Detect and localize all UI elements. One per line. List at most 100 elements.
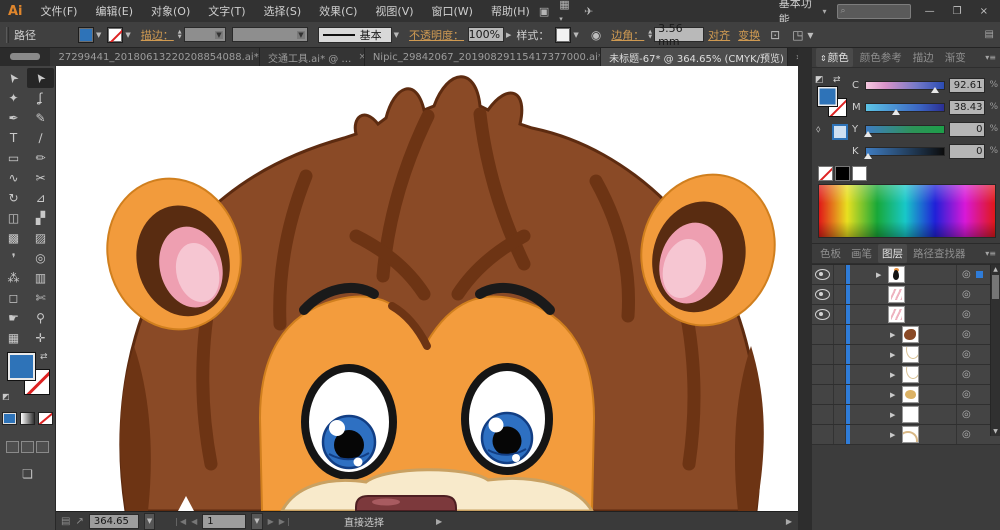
target-circle-icon[interactable]: ◎ bbox=[962, 410, 971, 420]
mini-fill-stroke-icon[interactable]: ◩ bbox=[815, 75, 824, 85]
lock-cell[interactable] bbox=[834, 425, 846, 444]
layer-main-cell[interactable]: ▶ bbox=[850, 305, 956, 324]
perspective-grid-tool[interactable]: ▞ bbox=[27, 208, 54, 228]
scale-tool[interactable]: ⊿ bbox=[27, 188, 54, 208]
lock-cell[interactable] bbox=[834, 305, 846, 324]
eye-icon[interactable] bbox=[815, 289, 830, 300]
symbol-sprayer-tool[interactable]: ⁂ bbox=[0, 268, 27, 288]
brush-definition-dropdown[interactable]: 基本 bbox=[318, 27, 392, 43]
menu-item[interactable]: 文件(F) bbox=[32, 3, 87, 19]
artboard-caret-icon[interactable]: ▼ bbox=[251, 513, 262, 530]
target-circle-icon[interactable]: ◎ bbox=[962, 390, 971, 400]
artboard-canvas[interactable] bbox=[56, 66, 798, 511]
hand-tool[interactable]: ☛ bbox=[0, 308, 27, 328]
free-transform-tool[interactable]: ▦ bbox=[0, 328, 27, 348]
direct-selection-tool[interactable]: ➤ bbox=[27, 68, 54, 88]
zoom-tool[interactable]: ⚲ bbox=[27, 308, 54, 328]
visibility-cell[interactable] bbox=[812, 285, 834, 304]
scissors-tool[interactable]: ✂ bbox=[27, 168, 54, 188]
layer-thumbnail[interactable] bbox=[902, 346, 919, 363]
layer-main-cell[interactable]: ▶ bbox=[850, 345, 956, 364]
panel-menu-icon[interactable]: ▾≡ bbox=[985, 249, 996, 258]
panel-fill-swatch[interactable] bbox=[817, 86, 838, 107]
arrange-documents-icon[interactable]: ▦ ▾ bbox=[559, 0, 574, 24]
layer-thumbnail[interactable] bbox=[902, 326, 919, 343]
document-tab[interactable]: 27299441_20180613220208854088.ai* × bbox=[50, 48, 260, 66]
layer-row[interactable]: ▶ ◎ bbox=[812, 365, 1000, 385]
panel-tab[interactable]: 画笔 bbox=[847, 244, 876, 263]
layer-main-cell[interactable]: ▶ bbox=[850, 325, 956, 344]
lock-cell[interactable] bbox=[834, 285, 846, 304]
draw-inside-button[interactable] bbox=[36, 441, 49, 453]
menu-item[interactable]: 视图(V) bbox=[366, 3, 422, 19]
layer-main-cell[interactable]: ▶ bbox=[850, 385, 956, 404]
gradient-button[interactable] bbox=[20, 412, 35, 425]
expand-triangle-icon[interactable]: ▶ bbox=[890, 331, 898, 339]
gradient-tool[interactable]: ▨ bbox=[27, 228, 54, 248]
visibility-cell[interactable] bbox=[812, 325, 834, 344]
panel-tab[interactable]: 路径查找器 bbox=[909, 244, 970, 263]
toolbar-dock-grabber[interactable] bbox=[10, 53, 40, 60]
layer-thumbnail[interactable] bbox=[902, 366, 919, 383]
scroll-up-icon[interactable]: ▲ bbox=[991, 266, 1000, 273]
color-spectrum-bar[interactable] bbox=[818, 184, 996, 238]
slider-marker[interactable] bbox=[931, 87, 939, 93]
eye-icon[interactable] bbox=[815, 309, 830, 320]
channel-slider[interactable] bbox=[865, 81, 945, 90]
channel-value-field[interactable]: 38.43 bbox=[949, 100, 985, 115]
channel-slider[interactable] bbox=[865, 125, 945, 134]
layer-main-cell[interactable]: ▶ bbox=[850, 365, 956, 384]
slider-marker[interactable] bbox=[864, 153, 872, 159]
layer-thumbnail[interactable] bbox=[902, 406, 919, 423]
layer-thumbnail[interactable] bbox=[888, 266, 905, 283]
shape-builder-tool[interactable]: ◫ bbox=[0, 208, 27, 228]
scroll-down-icon[interactable]: ▼ bbox=[991, 428, 1000, 435]
panel-tab[interactable]: 图层 bbox=[878, 244, 907, 263]
align-link[interactable]: 对齐 bbox=[708, 27, 730, 43]
line-segment-tool[interactable]: ∕ bbox=[27, 128, 54, 148]
menu-item[interactable]: 窗口(W) bbox=[423, 3, 482, 19]
recolor-artwork-icon[interactable]: ◉ bbox=[591, 28, 601, 42]
visibility-cell[interactable] bbox=[812, 405, 834, 424]
channel-value-field[interactable]: 0 bbox=[949, 144, 985, 159]
panel-menu-icon[interactable]: ▾≡ bbox=[985, 53, 996, 62]
blend-tool[interactable]: ◎ bbox=[27, 248, 54, 268]
visibility-cell[interactable] bbox=[812, 305, 834, 324]
fill-caret-icon[interactable]: ▼ bbox=[96, 31, 101, 39]
menu-item[interactable]: 效果(C) bbox=[310, 3, 366, 19]
document-tab[interactable]: 交通工具.ai* @ … × bbox=[260, 48, 365, 66]
column-graph-tool[interactable]: ▥ bbox=[27, 268, 54, 288]
target-circle-icon[interactable]: ◎ bbox=[962, 370, 971, 380]
eye-icon[interactable] bbox=[815, 269, 830, 280]
white-swatch[interactable] bbox=[852, 166, 867, 181]
fill-color-swatch[interactable] bbox=[78, 27, 94, 43]
layer-thumbnail[interactable] bbox=[902, 386, 919, 403]
document-tab[interactable]: Nipic_29842067_20190829115417377000.ai* … bbox=[365, 48, 601, 66]
visibility-cell[interactable] bbox=[812, 425, 834, 444]
mesh-tool[interactable]: ▩ bbox=[0, 228, 27, 248]
target-circle-icon[interactable]: ◎ bbox=[962, 270, 971, 280]
app-logo[interactable]: Ai bbox=[0, 4, 32, 19]
target-circle-icon[interactable]: ◎ bbox=[962, 430, 971, 440]
panel-tab[interactable]: ⇕颜色 bbox=[816, 48, 853, 67]
lock-cell[interactable] bbox=[834, 405, 846, 424]
expand-triangle-icon[interactable]: ▶ bbox=[890, 371, 898, 379]
layer-row[interactable]: ▶ ◎ bbox=[812, 385, 1000, 405]
panel-tab[interactable]: 描边 bbox=[908, 48, 938, 67]
corner-stepper[interactable]: ▲▼ bbox=[648, 30, 652, 40]
prev-artboard-icon[interactable]: ◀ bbox=[191, 517, 197, 526]
rectangle-tool[interactable]: ▭ bbox=[0, 148, 27, 168]
first-artboard-icon[interactable]: ❘◀ bbox=[173, 517, 186, 526]
slider-marker[interactable] bbox=[892, 109, 900, 115]
artboard-icon[interactable]: ▤ bbox=[61, 516, 70, 527]
stroke-weight-stepper[interactable]: ▲▼ bbox=[178, 30, 182, 40]
brush-caret-icon[interactable]: ▼ bbox=[394, 31, 399, 39]
layer-thumbnail[interactable] bbox=[888, 286, 905, 303]
menu-item[interactable]: 编辑(E) bbox=[86, 3, 142, 19]
lock-cell[interactable] bbox=[834, 345, 846, 364]
expand-triangle-icon[interactable]: ▶ bbox=[890, 351, 898, 359]
target-circle-icon[interactable]: ◎ bbox=[962, 350, 971, 360]
layer-main-cell[interactable]: ▶ bbox=[850, 405, 956, 424]
rotate-tool[interactable]: ↻ bbox=[0, 188, 27, 208]
scrollbar-thumb[interactable] bbox=[992, 275, 999, 299]
